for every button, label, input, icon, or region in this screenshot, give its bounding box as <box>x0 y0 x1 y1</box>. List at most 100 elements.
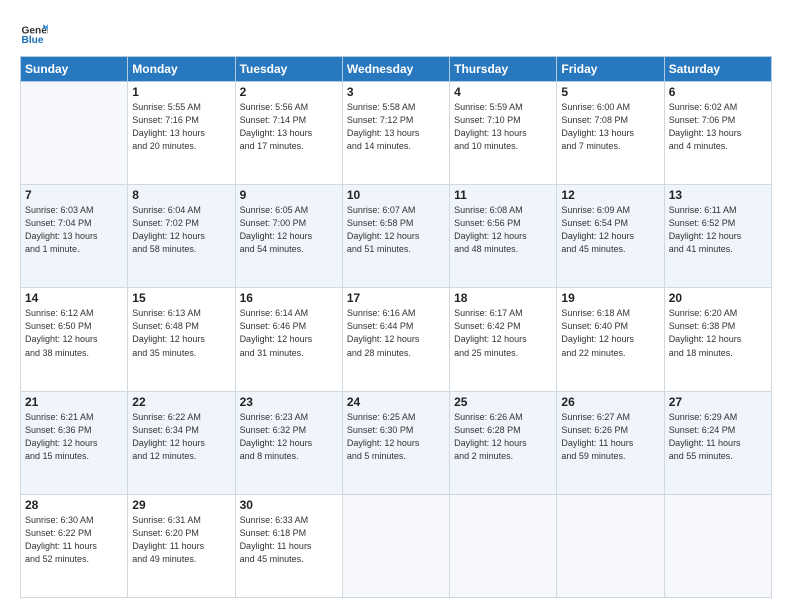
day-number: 3 <box>347 85 445 99</box>
day-info: Sunrise: 6:14 AM Sunset: 6:46 PM Dayligh… <box>240 307 338 359</box>
day-info: Sunrise: 5:56 AM Sunset: 7:14 PM Dayligh… <box>240 101 338 153</box>
calendar-cell: 15Sunrise: 6:13 AM Sunset: 6:48 PM Dayli… <box>128 288 235 391</box>
header-saturday: Saturday <box>664 57 771 82</box>
calendar-cell: 13 Sunrise: 6:11 AM Sunset: 6:52 PM Dayli… <box>664 185 771 288</box>
day-number: 23 <box>240 395 338 409</box>
header: General Blue <box>20 18 772 46</box>
calendar-cell: 6 Sunrise: 6:02 AM Sunset: 7:06 PM Daylig… <box>664 82 771 185</box>
day-number: 16 <box>240 291 338 305</box>
week-row-3: 14Sunrise: 6:12 AM Sunset: 6:50 PM Dayli… <box>21 288 772 391</box>
calendar-cell: 29 Sunrise: 6:31 AM Sunset: 6:20 PM Dayli… <box>128 494 235 597</box>
day-info: Sunrise: 6:09 AM Sunset: 6:54 PM Dayligh… <box>561 204 659 256</box>
calendar-cell: 8 Sunrise: 6:04 AM Sunset: 7:02 PM Daylig… <box>128 185 235 288</box>
svg-text:Blue: Blue <box>22 35 44 46</box>
calendar-cell: 26Sunrise: 6:27 AM Sunset: 6:26 PM Dayli… <box>557 391 664 494</box>
calendar-cell <box>21 82 128 185</box>
header-row: SundayMondayTuesdayWednesdayThursdayFrid… <box>21 57 772 82</box>
day-info: Sunrise: 6:04 AM Sunset: 7:02 PM Dayligh… <box>132 204 230 256</box>
day-info: Sunrise: 6:20 AM Sunset: 6:38 PM Dayligh… <box>669 307 767 359</box>
calendar-cell: 1 Sunrise: 5:55 AM Sunset: 7:16 PM Daylig… <box>128 82 235 185</box>
calendar-cell: 20 Sunrise: 6:20 AM Sunset: 6:38 PM Dayli… <box>664 288 771 391</box>
calendar-cell: 14Sunrise: 6:12 AM Sunset: 6:50 PM Dayli… <box>21 288 128 391</box>
day-number: 18 <box>454 291 552 305</box>
day-number: 21 <box>25 395 123 409</box>
day-number: 20 <box>669 291 767 305</box>
day-info: Sunrise: 6:29 AM Sunset: 6:24 PM Dayligh… <box>669 411 767 463</box>
calendar-cell <box>664 494 771 597</box>
day-info: Sunrise: 6:05 AM Sunset: 7:00 PM Dayligh… <box>240 204 338 256</box>
day-info: Sunrise: 6:23 AM Sunset: 6:32 PM Dayligh… <box>240 411 338 463</box>
day-info: Sunrise: 6:03 AM Sunset: 7:04 PM Dayligh… <box>25 204 123 256</box>
day-info: Sunrise: 6:33 AM Sunset: 6:18 PM Dayligh… <box>240 514 338 566</box>
day-info: Sunrise: 6:31 AM Sunset: 6:20 PM Dayligh… <box>132 514 230 566</box>
calendar-cell: 23 Sunrise: 6:23 AM Sunset: 6:32 PM Dayli… <box>235 391 342 494</box>
calendar-cell: 22 Sunrise: 6:22 AM Sunset: 6:34 PM Dayli… <box>128 391 235 494</box>
header-wednesday: Wednesday <box>342 57 449 82</box>
day-info: Sunrise: 5:58 AM Sunset: 7:12 PM Dayligh… <box>347 101 445 153</box>
day-info: Sunrise: 6:18 AM Sunset: 6:40 PM Dayligh… <box>561 307 659 359</box>
day-number: 22 <box>132 395 230 409</box>
calendar-cell: 5 Sunrise: 6:00 AM Sunset: 7:08 PM Daylig… <box>557 82 664 185</box>
day-number: 6 <box>669 85 767 99</box>
calendar-cell: 30 Sunrise: 6:33 AM Sunset: 6:18 PM Dayli… <box>235 494 342 597</box>
day-number: 30 <box>240 498 338 512</box>
week-row-2: 7 Sunrise: 6:03 AM Sunset: 7:04 PM Daylig… <box>21 185 772 288</box>
calendar-cell: 21 Sunrise: 6:21 AM Sunset: 6:36 PM Dayli… <box>21 391 128 494</box>
day-info: Sunrise: 5:59 AM Sunset: 7:10 PM Dayligh… <box>454 101 552 153</box>
calendar-cell: 28 Sunrise: 6:30 AM Sunset: 6:22 PM Dayli… <box>21 494 128 597</box>
header-friday: Friday <box>557 57 664 82</box>
calendar-cell: 9 Sunrise: 6:05 AM Sunset: 7:00 PM Daylig… <box>235 185 342 288</box>
week-row-4: 21 Sunrise: 6:21 AM Sunset: 6:36 PM Dayli… <box>21 391 772 494</box>
day-info: Sunrise: 6:00 AM Sunset: 7:08 PM Dayligh… <box>561 101 659 153</box>
day-number: 12 <box>561 188 659 202</box>
day-number: 7 <box>25 188 123 202</box>
calendar-cell <box>557 494 664 597</box>
header-sunday: Sunday <box>21 57 128 82</box>
day-info: Sunrise: 6:26 AM Sunset: 6:28 PM Dayligh… <box>454 411 552 463</box>
calendar-cell: 16 Sunrise: 6:14 AM Sunset: 6:46 PM Dayli… <box>235 288 342 391</box>
day-info: Sunrise: 6:12 AM Sunset: 6:50 PM Dayligh… <box>25 307 123 359</box>
day-number: 4 <box>454 85 552 99</box>
calendar-cell: 25 Sunrise: 6:26 AM Sunset: 6:28 PM Dayli… <box>450 391 557 494</box>
day-number: 1 <box>132 85 230 99</box>
day-info: Sunrise: 6:13 AM Sunset: 6:48 PM Dayligh… <box>132 307 230 359</box>
calendar-cell <box>450 494 557 597</box>
calendar-cell: 27 Sunrise: 6:29 AM Sunset: 6:24 PM Dayli… <box>664 391 771 494</box>
calendar-cell <box>342 494 449 597</box>
calendar-cell: 17Sunrise: 6:16 AM Sunset: 6:44 PM Dayli… <box>342 288 449 391</box>
day-number: 17 <box>347 291 445 305</box>
day-number: 28 <box>25 498 123 512</box>
calendar-cell: 24 Sunrise: 6:25 AM Sunset: 6:30 PM Dayli… <box>342 391 449 494</box>
day-info: Sunrise: 6:25 AM Sunset: 6:30 PM Dayligh… <box>347 411 445 463</box>
day-info: Sunrise: 6:17 AM Sunset: 6:42 PM Dayligh… <box>454 307 552 359</box>
day-info: Sunrise: 6:22 AM Sunset: 6:34 PM Dayligh… <box>132 411 230 463</box>
week-row-5: 28 Sunrise: 6:30 AM Sunset: 6:22 PM Dayli… <box>21 494 772 597</box>
logo: General Blue <box>20 18 52 46</box>
calendar-cell: 18 Sunrise: 6:17 AM Sunset: 6:42 PM Dayli… <box>450 288 557 391</box>
calendar-cell: 12 Sunrise: 6:09 AM Sunset: 6:54 PM Dayli… <box>557 185 664 288</box>
day-number: 19 <box>561 291 659 305</box>
day-number: 8 <box>132 188 230 202</box>
day-number: 11 <box>454 188 552 202</box>
day-number: 13 <box>669 188 767 202</box>
day-info: Sunrise: 5:55 AM Sunset: 7:16 PM Dayligh… <box>132 101 230 153</box>
logo-icon: General Blue <box>20 18 48 46</box>
day-number: 29 <box>132 498 230 512</box>
day-info: Sunrise: 6:30 AM Sunset: 6:22 PM Dayligh… <box>25 514 123 566</box>
day-info: Sunrise: 6:08 AM Sunset: 6:56 PM Dayligh… <box>454 204 552 256</box>
day-info: Sunrise: 6:21 AM Sunset: 6:36 PM Dayligh… <box>25 411 123 463</box>
header-monday: Monday <box>128 57 235 82</box>
day-number: 24 <box>347 395 445 409</box>
calendar-cell: 11 Sunrise: 6:08 AM Sunset: 6:56 PM Dayli… <box>450 185 557 288</box>
day-info: Sunrise: 6:07 AM Sunset: 6:58 PM Dayligh… <box>347 204 445 256</box>
day-number: 5 <box>561 85 659 99</box>
day-number: 27 <box>669 395 767 409</box>
day-number: 26 <box>561 395 659 409</box>
calendar-cell: 10 Sunrise: 6:07 AM Sunset: 6:58 PM Dayli… <box>342 185 449 288</box>
calendar-cell: 7 Sunrise: 6:03 AM Sunset: 7:04 PM Daylig… <box>21 185 128 288</box>
day-number: 9 <box>240 188 338 202</box>
day-number: 10 <box>347 188 445 202</box>
day-info: Sunrise: 6:11 AM Sunset: 6:52 PM Dayligh… <box>669 204 767 256</box>
day-number: 25 <box>454 395 552 409</box>
day-info: Sunrise: 6:02 AM Sunset: 7:06 PM Dayligh… <box>669 101 767 153</box>
